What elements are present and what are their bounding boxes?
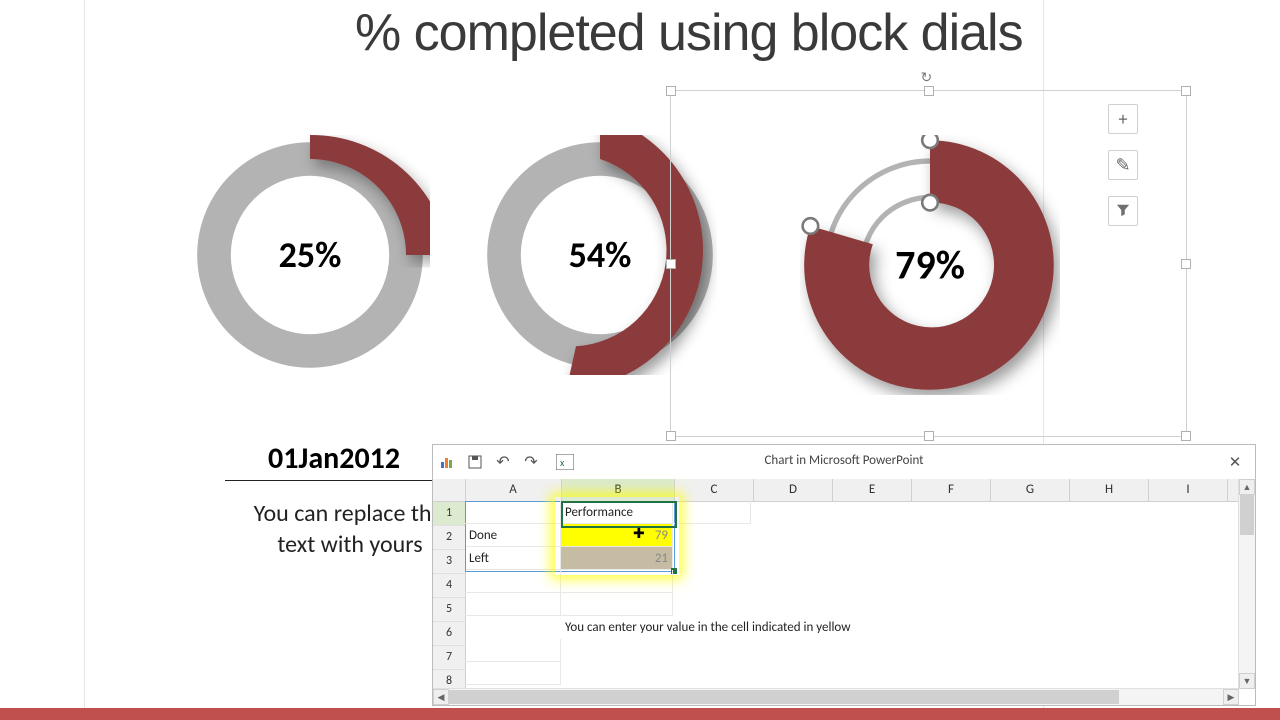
spreadsheet-grid[interactable]: A B C D E F G H I 1 2 3 4 5 6 7 8 Perfor… xyxy=(433,479,1239,689)
resize-handle[interactable] xyxy=(1181,431,1191,441)
vertical-scrollbar[interactable]: ▲ ▼ xyxy=(1238,479,1255,689)
scroll-left-icon[interactable]: ◀ xyxy=(433,689,449,705)
scroll-thumb[interactable] xyxy=(1240,495,1254,535)
chart-styles-button[interactable]: ✎ xyxy=(1108,150,1138,180)
col-header-B[interactable]: B xyxy=(562,479,675,501)
col-header-A[interactable]: A xyxy=(465,479,562,501)
cell-empty[interactable] xyxy=(561,593,673,616)
scroll-down-icon[interactable]: ▼ xyxy=(1239,673,1255,689)
rotate-handle-icon[interactable]: ↻ xyxy=(921,69,937,85)
scroll-up-icon[interactable]: ▲ xyxy=(1239,479,1255,495)
close-icon: ✕ xyxy=(1229,453,1242,472)
cell-B2[interactable]: 79 xyxy=(561,524,673,547)
col-header-D[interactable]: D xyxy=(754,479,833,501)
cell-empty[interactable] xyxy=(465,570,561,593)
cell-A2[interactable]: Done xyxy=(465,524,561,547)
resize-handle[interactable] xyxy=(924,431,934,441)
row-header-2[interactable]: 2 xyxy=(433,526,465,550)
cell-empty[interactable] xyxy=(465,501,561,524)
col-header-H[interactable]: H xyxy=(1070,479,1149,501)
excel-chart-data-window[interactable]: ↶ ↷ x Chart in Microsoft PowerPoint ✕ A … xyxy=(432,444,1256,706)
row-header-7[interactable]: 7 xyxy=(433,646,465,670)
dial-value-1: 25% xyxy=(279,233,342,277)
resize-handle[interactable] xyxy=(924,86,934,96)
bottom-accent-bar xyxy=(0,708,1280,720)
col-header-I[interactable]: I xyxy=(1149,479,1228,501)
undo-icon[interactable]: ↶ xyxy=(489,450,517,474)
col-header-E[interactable]: E xyxy=(833,479,912,501)
row-header-4[interactable]: 4 xyxy=(433,574,465,598)
chart-elements-button[interactable]: + xyxy=(1108,104,1138,134)
row-header-6[interactable]: 6 xyxy=(433,622,465,646)
resize-handle[interactable] xyxy=(666,259,676,269)
col-header-F[interactable]: F xyxy=(912,479,991,501)
resize-handle[interactable] xyxy=(1181,259,1191,269)
date-label: 01Jan2012 xyxy=(268,440,400,477)
resize-handle[interactable] xyxy=(666,86,676,96)
cell-B1[interactable]: Performance xyxy=(561,501,673,524)
chart-icon[interactable] xyxy=(433,450,461,474)
redo-icon[interactable]: ↷ xyxy=(517,450,545,474)
resize-handle[interactable] xyxy=(666,431,676,441)
slide-title: % completed using block dials xyxy=(355,3,1023,63)
cell-empty[interactable] xyxy=(465,593,561,616)
row-header-3[interactable]: 3 xyxy=(433,550,465,574)
col-header-G[interactable]: G xyxy=(991,479,1070,501)
excel-toolbar: ↶ ↷ x Chart in Microsoft PowerPoint ✕ xyxy=(433,445,1255,480)
cell-B3[interactable]: 21 xyxy=(561,547,673,570)
dial-value-2: 54% xyxy=(569,233,632,277)
blurb-text: You can replace this text with yours xyxy=(240,498,460,560)
cell-empty[interactable] xyxy=(673,501,751,524)
save-icon[interactable] xyxy=(461,450,489,474)
cell-A3[interactable]: Left xyxy=(465,547,561,570)
row-header-5[interactable]: 5 xyxy=(433,598,465,622)
horizontal-scrollbar[interactable]: ◀ ▶ xyxy=(433,688,1239,705)
scroll-right-icon[interactable]: ▶ xyxy=(1223,689,1239,705)
edit-in-excel-icon[interactable]: x xyxy=(551,450,579,474)
brush-icon: ✎ xyxy=(1115,154,1130,176)
cell-empty[interactable] xyxy=(561,570,673,593)
close-button[interactable]: ✕ xyxy=(1221,449,1249,475)
cell-cursor-icon xyxy=(633,525,651,543)
row-header-1[interactable]: 1 xyxy=(433,502,465,526)
cell-empty[interactable] xyxy=(465,639,561,662)
col-header-C[interactable]: C xyxy=(675,479,754,501)
cell-note[interactable]: You can enter your value in the cell ind… xyxy=(561,616,1261,639)
resize-handle[interactable] xyxy=(1181,86,1191,96)
dial-25[interactable]: 25% xyxy=(190,135,430,375)
dial-value-3: 79% xyxy=(895,241,965,290)
chart-filter-button[interactable] xyxy=(1108,196,1138,226)
funnel-icon xyxy=(1116,200,1130,222)
plus-icon: + xyxy=(1119,108,1128,130)
svg-text:x: x xyxy=(560,456,565,469)
cell-empty[interactable] xyxy=(465,662,561,685)
dial-79[interactable]: 79% xyxy=(800,135,1060,395)
scroll-thumb[interactable] xyxy=(449,690,1119,704)
